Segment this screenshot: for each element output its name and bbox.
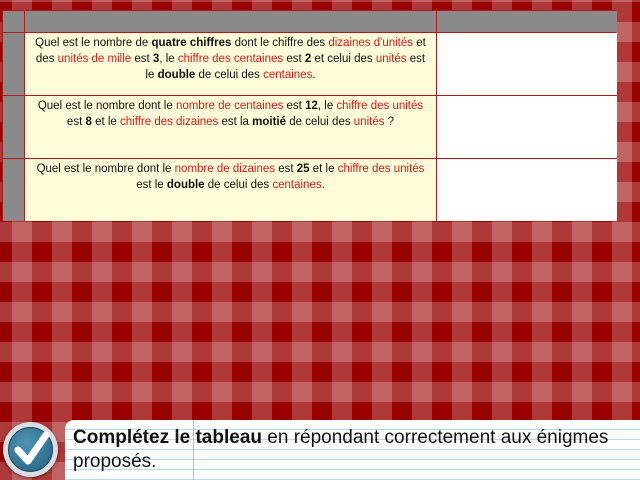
header-question-cell: [25, 11, 436, 32]
riddle-segment: de celui des: [286, 116, 354, 128]
riddle-segment: , le: [159, 53, 178, 65]
answer-field[interactable]: [437, 96, 617, 158]
row-index-cell: [3, 159, 24, 221]
riddle-segment: dont le chiffre des: [231, 37, 329, 49]
riddle-key-number: moitié: [252, 116, 287, 128]
riddle-segment: est: [283, 53, 305, 65]
instruction-bar: Complétez le tableau en répondant correc…: [0, 419, 640, 480]
riddle-segment: est la: [218, 116, 253, 128]
riddle-key-term: centaines: [263, 69, 313, 81]
riddle-key-number: double: [166, 179, 205, 191]
riddle-key-number: 12: [305, 100, 318, 112]
riddle-key-term: centaines: [272, 179, 322, 191]
riddle-segment: .: [312, 69, 316, 81]
riddle-segment: Quel est le nombre dont le: [36, 163, 175, 175]
riddle-key-number: 25: [296, 163, 310, 175]
riddle-key-term: nombre de dizaines: [174, 163, 276, 175]
row-index-cell: [3, 33, 24, 95]
riddle-text: Quel est le nombre de quatre chiffres do…: [25, 33, 436, 95]
answer-field[interactable]: [437, 159, 617, 221]
riddle-key-number: quatre chiffres: [151, 37, 232, 49]
riddle-segment: est: [131, 53, 153, 65]
riddle-segment: de celui des: [204, 179, 273, 191]
riddle-segment: ?: [384, 116, 395, 128]
riddle-key-term: unités de mille: [57, 53, 132, 65]
riddle-segment: Quel est le nombre de: [35, 37, 152, 49]
riddle-segment: .: [321, 179, 325, 191]
riddle-key-term: unités: [353, 116, 385, 128]
riddle-segment: est: [275, 163, 297, 175]
answer-field[interactable]: [437, 33, 617, 95]
riddle-text: Quel est le nombre dont le nombre de diz…: [25, 159, 436, 221]
checkmark-icon: [14, 431, 50, 465]
riddle-key-term: chiffre des unités: [336, 100, 424, 112]
riddle-key-term: unités: [375, 53, 407, 65]
riddle-segment: de celui des: [195, 69, 264, 81]
header-index-cell: [3, 11, 24, 32]
riddle-key-term: dizaines d'unités: [328, 37, 414, 49]
riddle-key-number: double: [157, 69, 196, 81]
puzzle-table: Quel est le nombre de quatre chiffres do…: [2, 10, 617, 221]
riddle-segment: et le: [91, 116, 121, 128]
header-answer-cell: [437, 11, 617, 32]
riddle-segment: et le: [309, 163, 338, 175]
validate-button[interactable]: [3, 422, 58, 477]
riddle-segment: est: [283, 100, 306, 112]
riddle-segment: Quel est le nombre dont le: [37, 100, 176, 112]
riddle-key-term: chiffre des dizaines: [120, 116, 219, 128]
riddle-segment: est le: [136, 179, 167, 191]
instruction-text: Complétez le tableau en répondant correc…: [73, 426, 633, 474]
riddle-key-term: nombre de centaines: [175, 100, 284, 112]
instruction-bold: Complétez le tableau: [73, 427, 262, 448]
row-index-cell: [3, 96, 24, 158]
riddle-key-term: chiffre des centaines: [177, 53, 284, 65]
riddle-segment: , le: [317, 100, 337, 112]
riddle-key-term: chiffre des unités: [337, 163, 425, 175]
riddle-segment: est: [66, 116, 86, 128]
instruction-note: Complétez le tableau en répondant correc…: [65, 420, 640, 480]
riddle-text: Quel est le nombre dont le nombre de cen…: [25, 96, 436, 158]
riddle-segment: et celui des: [311, 53, 376, 65]
